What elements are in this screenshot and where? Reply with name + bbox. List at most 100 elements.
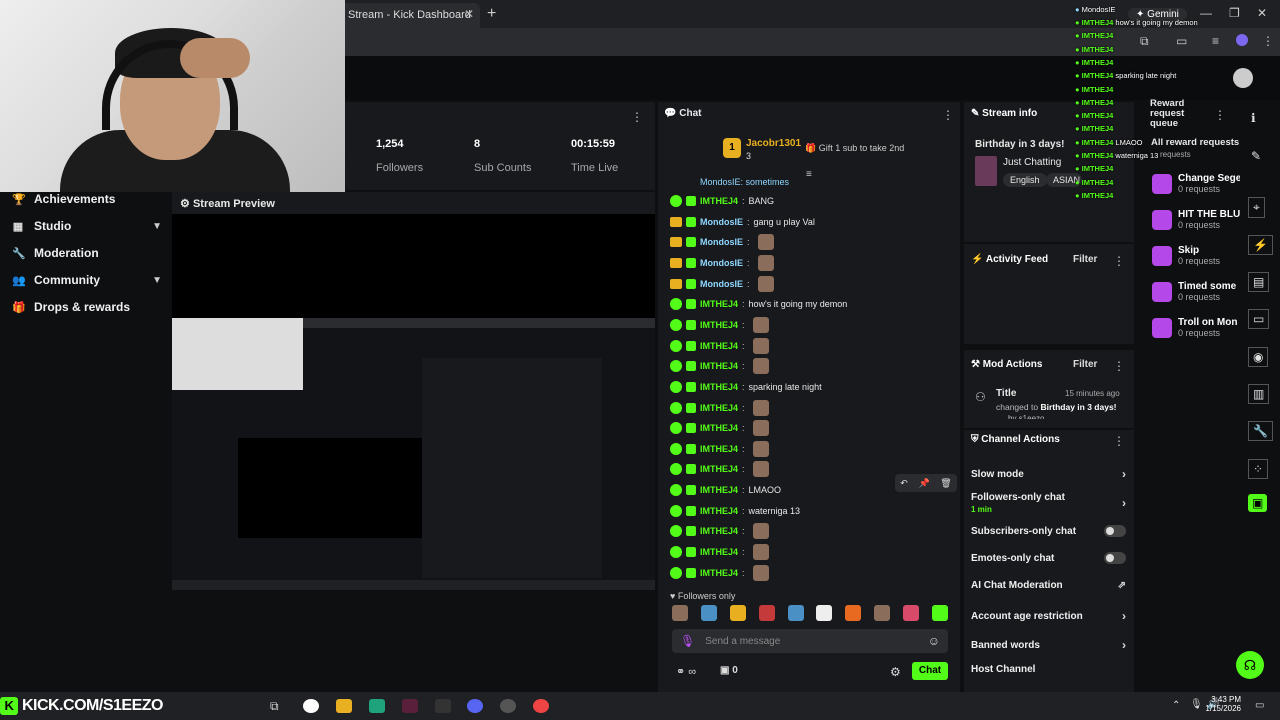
reward-item[interactable]: Troll on Mon 0 requests <box>1152 317 1237 338</box>
ai-chat-moderation-row[interactable]: AI Chat Moderation ⇗ <box>971 580 1126 591</box>
host-channel-row[interactable]: Host Channel <box>971 664 1126 675</box>
gift-sub-prompt[interactable]: 🎁 Gift 1 sub to take 2nd <box>805 143 904 154</box>
account-age-row[interactable]: Account age restriction › <box>971 609 1126 623</box>
chat-username[interactable]: IMTHEJ4 <box>700 464 738 474</box>
chat-username[interactable]: IMTHEJ4 <box>700 547 738 557</box>
more-options-icon[interactable]: ⋮ <box>631 110 643 124</box>
chat-message[interactable]: IMTHEJ4: <box>670 419 769 437</box>
banned-words-row[interactable]: Banned words › <box>971 638 1126 652</box>
itunes-icon[interactable] <box>303 699 319 713</box>
editor-icon[interactable] <box>402 699 418 713</box>
chat-username[interactable]: IMTHEJ4 <box>700 361 738 371</box>
chrome-icon[interactable] <box>533 699 549 713</box>
delete-icon[interactable]: 🗑 <box>940 478 951 489</box>
minimize-icon[interactable]: — <box>1200 6 1212 20</box>
chat-username[interactable]: IMTHEJ4 <box>700 196 738 206</box>
discord-icon[interactable] <box>467 699 483 713</box>
info-icon[interactable]: ℹ <box>1251 111 1256 125</box>
subscribers-only-toggle[interactable] <box>1104 525 1126 537</box>
close-window-icon[interactable]: ✕ <box>1257 6 1267 20</box>
task-view-icon[interactable]: ⧉ <box>270 699 286 713</box>
file-explorer-icon[interactable] <box>336 699 352 713</box>
mic-icon[interactable]: 🎙 <box>680 634 695 648</box>
chat-more-icon[interactable]: ⋮ <box>942 108 954 122</box>
sidebar-item-community[interactable]: 👥 Community ▼ <box>12 273 162 287</box>
chat-message[interactable]: IMTHEJ4: <box>670 337 769 355</box>
app-icon[interactable] <box>369 699 385 713</box>
chat-message[interactable]: IMTHEJ4: <box>670 460 769 478</box>
chat-username[interactable]: MondosIE <box>700 279 743 289</box>
chat-username[interactable]: MondosIE <box>700 258 743 268</box>
top-gifter-name[interactable]: Jacobr1301 <box>746 138 801 149</box>
emote-button[interactable] <box>931 605 948 621</box>
emote-button[interactable] <box>874 605 891 621</box>
browser-menu-icon[interactable]: ⋮ <box>1262 34 1274 48</box>
chat-message[interactable]: MondosIE: <box>670 233 774 251</box>
support-icon[interactable]: ☊ <box>1236 651 1264 679</box>
pinned-toggle-icon[interactable]: ≡ <box>806 169 812 180</box>
sidebar-item-moderation[interactable]: 🔧 Moderation <box>12 246 162 260</box>
chat-message[interactable]: IMTHEJ4: <box>670 316 769 334</box>
sidebar-item-drops-rewards[interactable]: 🎁 Drops & rewards <box>12 300 162 314</box>
chat-message[interactable]: IMTHEJ4: how's it going my demon <box>670 295 847 313</box>
chat-message[interactable]: IMTHEJ4: <box>670 440 769 458</box>
maximize-icon[interactable]: ❐ <box>1229 6 1240 20</box>
stream-category[interactable]: Just Chatting <box>1003 157 1061 168</box>
tag-chip[interactable]: English <box>1003 173 1047 187</box>
obs-icon[interactable] <box>500 699 516 713</box>
channel-actions-more-icon[interactable]: ⋮ <box>1113 434 1125 448</box>
extensions-icon[interactable]: ⧉ <box>1140 34 1149 49</box>
reward-item[interactable]: Skip 0 requests <box>1152 245 1220 266</box>
chat-message[interactable]: IMTHEJ4: <box>670 543 769 561</box>
broadcast-icon[interactable]: ◉ <box>1248 347 1269 367</box>
reward-item[interactable]: Change Sege 0 requests <box>1152 173 1241 194</box>
bolt-icon[interactable]: ⚡ <box>1248 235 1273 255</box>
chat-message[interactable]: IMTHEJ4: waterniga 13 <box>670 502 800 520</box>
emoji-icon[interactable]: ☺ <box>928 634 940 648</box>
notifications-icon[interactable]: ▭ <box>1255 700 1264 711</box>
tab-search-icon[interactable]: ≡ <box>1212 34 1219 48</box>
chat-username[interactable]: IMTHEJ4 <box>700 423 738 433</box>
chat-message[interactable]: IMTHEJ4: <box>670 522 769 540</box>
chat-message[interactable]: IMTHEJ4: <box>670 357 769 375</box>
chat-message[interactable]: IMTHEJ4: BANG <box>670 192 774 210</box>
clock[interactable]: 3:43 PM 1/15/2026 <box>1205 695 1241 713</box>
reply-icon[interactable]: ↶ <box>900 478 908 489</box>
mod-filter-button[interactable]: Filter <box>1073 359 1097 370</box>
panel-icon[interactable]: ▥ <box>1248 384 1270 404</box>
browser-tab[interactable]: Stream - Kick Dashboard ✕ <box>340 3 480 28</box>
chat-settings-icon[interactable]: ⚙ <box>890 665 901 679</box>
chat-message[interactable]: IMTHEJ4: LMAOO <box>670 481 781 499</box>
reward-item[interactable]: HIT THE BLU 0 requests <box>1152 209 1240 230</box>
emotes-only-toggle[interactable] <box>1104 552 1126 564</box>
chat-username[interactable]: IMTHEJ4 <box>700 568 738 578</box>
points-icon[interactable]: ⚭ ∞ <box>676 665 696 678</box>
chat-username[interactable]: IMTHEJ4 <box>700 299 738 309</box>
list-icon[interactable]: ▤ <box>1248 272 1270 292</box>
emote-button[interactable] <box>845 605 862 621</box>
activity-more-icon[interactable]: ⋮ <box>1113 254 1125 268</box>
chat-message[interactable]: IMTHEJ4: <box>670 399 769 417</box>
send-chat-button[interactable]: Chat <box>912 662 948 680</box>
chat-username[interactable]: MondosIE <box>700 217 743 227</box>
tray-chevron-icon[interactable]: ⌃ <box>1172 700 1180 711</box>
sidebar-item-studio[interactable]: ▦ Studio ▼ <box>12 219 162 233</box>
user-avatar[interactable] <box>1233 68 1253 88</box>
chat-input[interactable]: 🎙 Send a message ☺ <box>672 629 948 653</box>
chat-message[interactable]: MondosIE: gang u play Val <box>670 213 815 231</box>
reward-item[interactable]: Timed some 0 requests <box>1152 281 1236 302</box>
sidebar-item-achievements[interactable]: 🏆 Achievements <box>12 192 162 206</box>
chat-username[interactable]: IMTHEJ4 <box>700 382 738 392</box>
emote-button[interactable] <box>758 605 775 621</box>
wrench-icon[interactable]: 🔧 <box>1248 421 1273 441</box>
chat-message[interactable]: IMTHEJ4: sparking late night <box>670 378 822 396</box>
slow-mode-row[interactable]: Slow mode › <box>971 467 1126 481</box>
pencil-icon[interactable]: ✎ <box>1251 149 1261 163</box>
epic-games-icon[interactable] <box>435 699 451 713</box>
emote-button[interactable] <box>903 605 919 621</box>
chat-message[interactable]: IMTHEJ4: <box>670 564 769 582</box>
chat-username[interactable]: IMTHEJ4 <box>700 320 738 330</box>
chat-message[interactable]: MondosIE: <box>670 254 774 272</box>
followers-only-row[interactable]: Followers-only chat 1 min › <box>971 492 1126 514</box>
chat-username[interactable]: IMTHEJ4 <box>700 506 738 516</box>
